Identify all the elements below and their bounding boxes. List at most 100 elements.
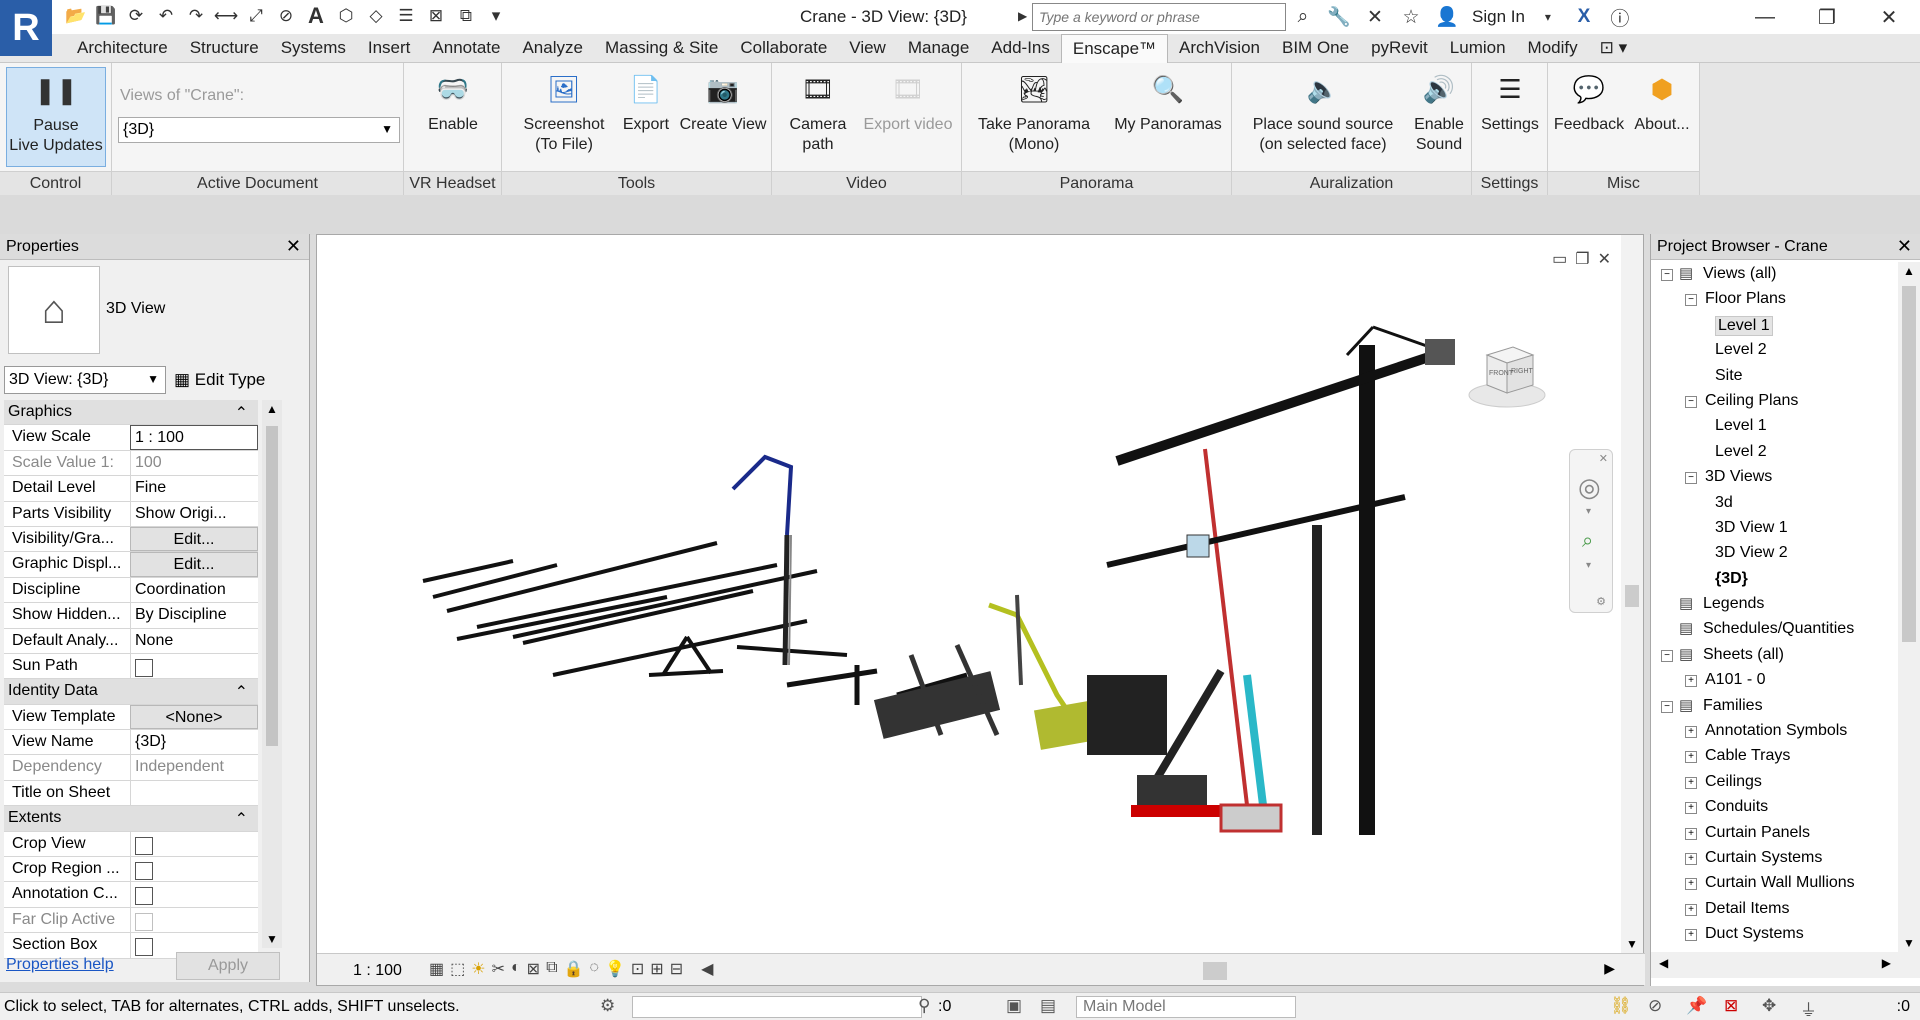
ribbon-tab[interactable]: ArchVision (1168, 34, 1271, 63)
property-value[interactable]: Edit... (130, 526, 258, 552)
ribbon-tab[interactable]: Massing & Site (594, 34, 729, 63)
property-row[interactable]: Crop Region ... (4, 857, 258, 883)
collapse-icon[interactable]: ⌃ (225, 400, 258, 424)
property-value[interactable]: 1 : 100 (130, 425, 258, 450)
save-icon[interactable]: 💾 (94, 4, 118, 28)
ribbon-tab[interactable]: Architecture (66, 34, 179, 63)
expand-icon[interactable]: + (1685, 675, 1697, 688)
ribbon-tab[interactable]: Structure (179, 34, 270, 63)
scroll-down-icon[interactable]: ▼ (1903, 936, 1915, 950)
expand-icon[interactable]: + (1685, 903, 1697, 916)
tree-item[interactable]: Level 2 (1651, 338, 1899, 363)
expand-icon[interactable]: + (1685, 802, 1697, 815)
reveal-hidden-icon[interactable]: 💡 (605, 959, 625, 979)
scroll-up-icon[interactable]: ▲ (266, 402, 278, 416)
property-group-header[interactable]: Identity Data ⌃ (4, 679, 258, 705)
collapse-icon[interactable]: − (1685, 395, 1697, 408)
tag-icon[interactable]: ⊘ (274, 4, 298, 28)
editable-only-icon[interactable]: ▤ (1040, 996, 1056, 1016)
expand-icon[interactable]: + (1685, 852, 1697, 865)
property-value[interactable]: Fine (130, 476, 258, 501)
zoom-region-icon[interactable]: ⌕ (1582, 530, 1593, 553)
dimension-icon[interactable]: ⤢ (244, 4, 268, 28)
property-row[interactable]: Show Hidden... By Discipline (4, 603, 258, 629)
undo-icon[interactable]: ↶ (154, 4, 178, 28)
sync-icon[interactable]: ⟳ (124, 4, 148, 28)
3d-view-icon[interactable]: ⬡ (334, 4, 358, 28)
checkbox[interactable] (135, 862, 153, 881)
temp-hide-icon[interactable]: ◌ (589, 959, 599, 979)
close-icon[interactable]: ✕ (1599, 452, 1608, 465)
tree-item[interactable]: + A101 - 0 (1651, 668, 1899, 693)
tree-item[interactable]: 3D View 1 (1651, 516, 1899, 541)
scroll-down-icon[interactable]: ▼ (1626, 937, 1638, 951)
tree-item[interactable]: {3D} (1651, 567, 1899, 592)
property-row[interactable]: Sun Path (4, 653, 258, 680)
property-group-header[interactable]: Graphics ⌃ (4, 400, 258, 426)
favorites-star-icon[interactable]: ☆ (1398, 4, 1424, 30)
view-instance-dropdown[interactable]: 3D View: {3D} ▼ (4, 366, 166, 394)
my-panoramas-button[interactable]: 🔍 My Panoramas (1110, 67, 1226, 135)
close-icon[interactable]: ✕ (1858, 0, 1920, 34)
restore-icon[interactable]: ❐ (1575, 249, 1589, 269)
customize-qat-icon[interactable]: ▾ (484, 4, 508, 28)
render-icon[interactable]: ◐ (511, 959, 521, 979)
collapse-icon[interactable]: − (1661, 269, 1673, 281)
viewport-vertical-scrollbar[interactable]: ▼ (1621, 235, 1643, 953)
expand-icon[interactable]: + (1685, 776, 1697, 789)
tree-item[interactable]: + Cable Trays (1651, 744, 1899, 769)
properties-help-link[interactable]: Properties help (6, 956, 114, 974)
pause-live-updates-button[interactable]: ❚❚ Pause Live Updates (6, 67, 106, 167)
property-row[interactable]: Discipline Coordination (4, 577, 258, 604)
expand-icon[interactable]: + (1685, 878, 1697, 891)
tree-item[interactable]: + Curtain Panels (1651, 821, 1899, 846)
close-icon[interactable]: ✕ (286, 236, 301, 257)
scroll-left-icon[interactable]: ◀ (701, 959, 713, 979)
analytical-model-icon[interactable]: ⊟ (670, 959, 683, 979)
about-button[interactable]: ⬢ About... (1626, 67, 1698, 135)
ribbon-tab[interactable]: Analyze (511, 34, 593, 63)
property-row[interactable]: Far Clip Active (4, 907, 258, 934)
ribbon-tab[interactable]: Annotate (421, 34, 511, 63)
type-selector[interactable]: ⌂ 3D View (0, 260, 309, 356)
checkbox[interactable] (135, 658, 153, 677)
ribbon-minimize-icon[interactable]: ⊡ ▾ (1589, 34, 1639, 63)
tree-item[interactable]: −3D Views (1651, 465, 1899, 490)
property-row[interactable]: Crop View (4, 831, 258, 858)
expand-icon[interactable]: + (1685, 726, 1697, 739)
crop-view-icon[interactable]: ⊠ (527, 959, 540, 979)
detail-level-icon[interactable]: ▦ (429, 959, 444, 979)
export-button[interactable]: 📄 Export (616, 67, 676, 135)
property-row[interactable]: Title on Sheet (4, 780, 258, 807)
open-icon[interactable]: 📂 (64, 4, 88, 28)
tree-item[interactable]: Level 2 (1651, 440, 1899, 465)
browser-horizontal-scrollbar[interactable]: ◀ ▶ (1651, 952, 1920, 978)
sign-in-link[interactable]: Sign In (1472, 7, 1525, 27)
select-by-face-icon[interactable]: ⊠ (1724, 996, 1738, 1016)
tree-item[interactable]: Site (1651, 364, 1899, 389)
property-row[interactable]: Annotation C... (4, 882, 258, 908)
ribbon-tab[interactable]: Add-Ins (980, 34, 1061, 63)
property-row[interactable]: Detail Level Fine (4, 476, 258, 502)
view-scale-button[interactable]: 1 : 100 (353, 962, 402, 980)
ribbon-tab[interactable]: BIM One (1271, 34, 1360, 63)
ribbon-tab[interactable]: Collaborate (729, 34, 838, 63)
switch-windows-icon[interactable]: ⧉ (454, 4, 478, 28)
place-sound-source-button[interactable]: 🔈 Place sound source (on selected face) (1240, 67, 1406, 155)
tree-item[interactable]: ▤ Schedules/Quantities (1651, 617, 1899, 642)
property-value[interactable]: <None> (130, 704, 258, 730)
restore-icon[interactable]: ❐ (1796, 0, 1858, 34)
measure-icon[interactable]: ⟷ (214, 4, 238, 28)
scroll-right-icon[interactable]: ▶ (1882, 956, 1891, 970)
export-video-button[interactable]: 🎞 Export video (858, 67, 958, 135)
ribbon-tab[interactable]: Systems (270, 34, 357, 63)
visual-style-icon[interactable]: ⬚ (450, 959, 465, 979)
expand-icon[interactable]: + (1685, 751, 1697, 764)
tree-item[interactable]: Level 1 (1651, 414, 1899, 439)
property-row[interactable]: Dependency Independent (4, 755, 258, 781)
sun-path-icon[interactable]: ☀ (471, 959, 485, 979)
binoculars-icon[interactable]: ⌕ (1290, 4, 1316, 30)
close-icon[interactable]: ✕ (1598, 249, 1611, 269)
property-value[interactable]: Coordination (130, 577, 258, 603)
scroll-thumb[interactable] (1902, 286, 1916, 642)
